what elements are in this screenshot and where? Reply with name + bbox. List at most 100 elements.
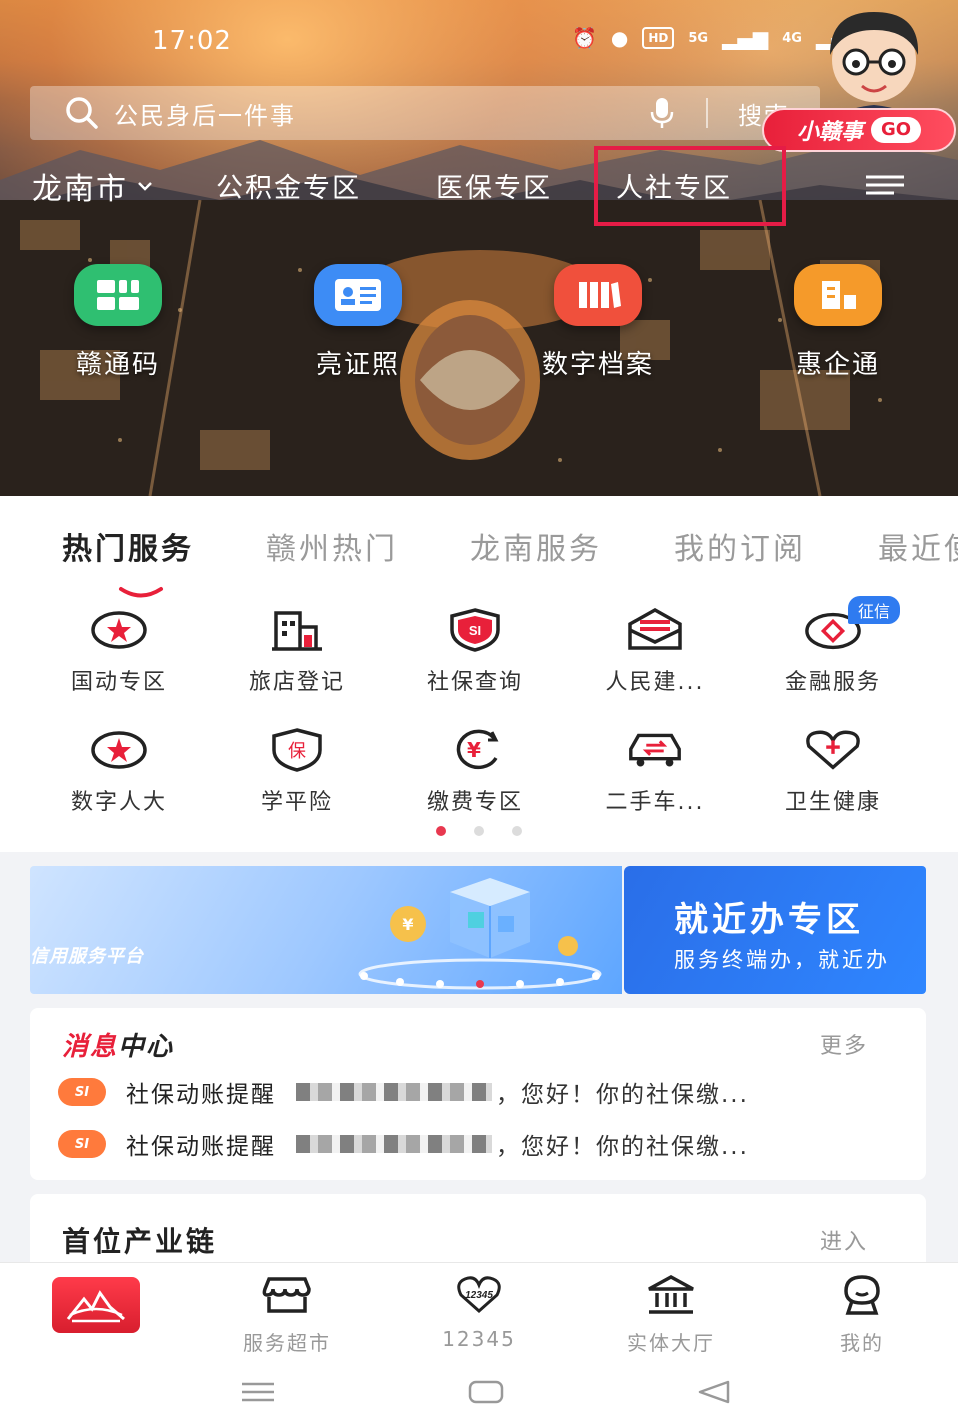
redacted-name (296, 1135, 492, 1153)
search-bar[interactable]: 公民身后一件事 搜索 (30, 86, 820, 140)
home-logo-button[interactable] (52, 1277, 140, 1333)
nearby-service-banner[interactable]: 就近办专区 服务终端办，就近办 (624, 866, 926, 994)
message-item[interactable]: SI 社保动账提醒 ，您好！你的社保缴... (58, 1072, 898, 1112)
recent-apps-icon[interactable] (238, 1376, 278, 1408)
quick-item-label: 数字档案 (541, 350, 654, 380)
page-dot[interactable] (512, 826, 522, 836)
system-nav-bar (0, 1362, 958, 1427)
industry-chain-enter-link[interactable]: 进入 (820, 1224, 868, 1256)
credit-platform-banner[interactable]: 信用服务平台 ¥ (30, 866, 622, 994)
tab-recent[interactable]: 最近使用 (878, 532, 958, 567)
banner-subtitle: 服务终端办，就近办 (674, 948, 890, 972)
hotline-12345-icon: 12345 (457, 1276, 501, 1314)
search-icon (66, 97, 98, 129)
qr-grid-icon (74, 264, 162, 326)
service-label: 旅店登记 (248, 670, 345, 695)
nav-label: 服务超市 (243, 1331, 331, 1355)
service-item-used-car[interactable]: 二手车... (565, 726, 745, 816)
microphone-icon[interactable] (648, 96, 676, 130)
search-input[interactable]: 公民身后一件事 (114, 96, 648, 131)
message-item[interactable]: SI 社保动账提醒 ，您好！你的社保缴... (58, 1124, 898, 1164)
service-item-digital-npc[interactable]: 数字人大 (29, 726, 209, 816)
service-tabs: 热门服务 赣州热门 龙南服务 我的订阅 最近使用 (0, 524, 958, 598)
svg-text:SI: SI (469, 623, 481, 638)
service-item-hotel-registration[interactable]: 旅店登记 (207, 606, 387, 696)
quick-item-label: 惠企通 (795, 350, 880, 380)
message-center-title: 消息中心 (62, 1032, 175, 1062)
message-center-card: 消息中心 更多 SI 社保动账提醒 ，您好！你的社保缴... SI 社保动账提醒… (30, 1008, 926, 1180)
bottom-nav: 服务超市 12345 12345 实体大厅 我的 (0, 1262, 958, 1362)
page-dot[interactable] (474, 826, 484, 836)
home-logo-icon (66, 1290, 125, 1323)
message-more-link[interactable]: 更多 (820, 1028, 868, 1060)
social-security-icon: SI (58, 1130, 106, 1158)
tab-active-indicator (119, 587, 163, 598)
service-label: 卫生健康 (784, 790, 881, 815)
service-item-social-security-query[interactable]: SI 社保查询 (385, 606, 565, 696)
quick-item-label: 亮证照 (315, 350, 400, 380)
service-item-payment-zone[interactable]: ¥ 缴费专区 (385, 726, 565, 816)
service-item-national-defense[interactable]: 国动专区 (29, 606, 209, 696)
social-security-icon: SI (58, 1078, 106, 1106)
mascot-badge-text: 小赣事 (796, 120, 863, 145)
service-item-health[interactable]: 卫生健康 (743, 726, 923, 816)
location-icon: ● (610, 26, 629, 50)
hero-banner: 17:02 ⏰ ● HD 5G ▂▄▆ 4G ▂▄ 公民身后一件事 搜索 小赣事… (0, 0, 958, 496)
service-label: 二手车... (605, 790, 705, 815)
mascot-go-badge[interactable]: 小赣事 GO (762, 108, 956, 152)
quick-item-license[interactable]: 亮证照 (258, 264, 458, 381)
quick-item-label: 赣通码 (75, 350, 160, 380)
quick-item-digital-archive[interactable]: 数字档案 (498, 264, 698, 381)
enterprise-icon (794, 264, 882, 326)
yuan-payment-icon: ¥ (445, 726, 505, 774)
page-dot[interactable] (436, 826, 446, 836)
store-icon (262, 1277, 311, 1313)
star-badge-icon (89, 606, 149, 654)
message-type: 社保动账提醒 (126, 1134, 276, 1160)
tab-hot-services[interactable]: 热门服务 (62, 524, 194, 568)
service-label: 金融服务 (784, 670, 881, 695)
banner-title: 就近办专区 (674, 900, 864, 940)
insurance-shield-icon: 保 (267, 726, 327, 774)
star-badge-icon (89, 726, 149, 774)
service-label: 学平险 (260, 790, 333, 815)
zone-tab-medical-insurance[interactable]: 医保专区 (436, 166, 552, 205)
quick-item-gantong-code[interactable]: 赣通码 (18, 264, 218, 381)
nav-label: 实体大厅 (627, 1331, 715, 1355)
zone-tab-housing-fund[interactable]: 公积金专区 (216, 166, 361, 205)
back-icon[interactable] (694, 1376, 734, 1408)
profile-icon (844, 1275, 880, 1315)
nav-label: 12345 (442, 1327, 516, 1351)
credit-badge: 征信 (848, 596, 901, 624)
nav-profile[interactable]: 我的 (782, 1275, 942, 1356)
city-selector[interactable]: 龙南市 (32, 164, 154, 208)
bank-hall-icon (648, 1275, 694, 1314)
service-item-student-insurance[interactable]: 保 学平险 (207, 726, 387, 816)
svg-text:12345: 12345 (465, 1290, 493, 1301)
service-label: 国动专区 (70, 670, 167, 695)
nav-physical-hall[interactable]: 实体大厅 (591, 1275, 751, 1356)
svg-text:保: 保 (288, 741, 306, 762)
city-name: 龙南市 (32, 172, 128, 207)
credit-platform-text: 信用服务平台 (30, 946, 144, 967)
nav-label: 我的 (840, 1331, 884, 1355)
tab-my-subscriptions[interactable]: 我的订阅 (674, 524, 806, 568)
tab-ganzhou-hot[interactable]: 赣州热门 (266, 524, 398, 568)
promo-banner[interactable]: 信用服务平台 ¥ 就近办专区 服务终端办，就近办 (30, 866, 926, 994)
quick-item-enterprise[interactable]: 惠企通 (738, 264, 938, 381)
service-label: 缴费专区 (426, 790, 523, 815)
signal-bars-icon: ▂▄▆ (722, 26, 769, 50)
nav-service-market[interactable]: 服务超市 (207, 1275, 367, 1356)
nav-hotline-12345[interactable]: 12345 12345 (399, 1275, 559, 1351)
quick-access-row: 赣通码 亮证照 数字档案 惠企通 (0, 264, 958, 384)
service-label: 数字人大 (70, 790, 167, 815)
menu-icon[interactable] (864, 174, 906, 196)
home-system-icon[interactable] (466, 1376, 506, 1408)
zone-highlight-box (594, 146, 786, 226)
service-item-people-suggestions[interactable]: 人民建... (565, 606, 745, 696)
alarm-icon: ⏰ (572, 26, 597, 50)
svg-text:¥: ¥ (467, 738, 481, 762)
industry-chain-title: 首位产业链 (62, 1225, 218, 1258)
chevron-down-icon (138, 182, 152, 191)
tab-longnan-services[interactable]: 龙南服务 (470, 524, 602, 568)
